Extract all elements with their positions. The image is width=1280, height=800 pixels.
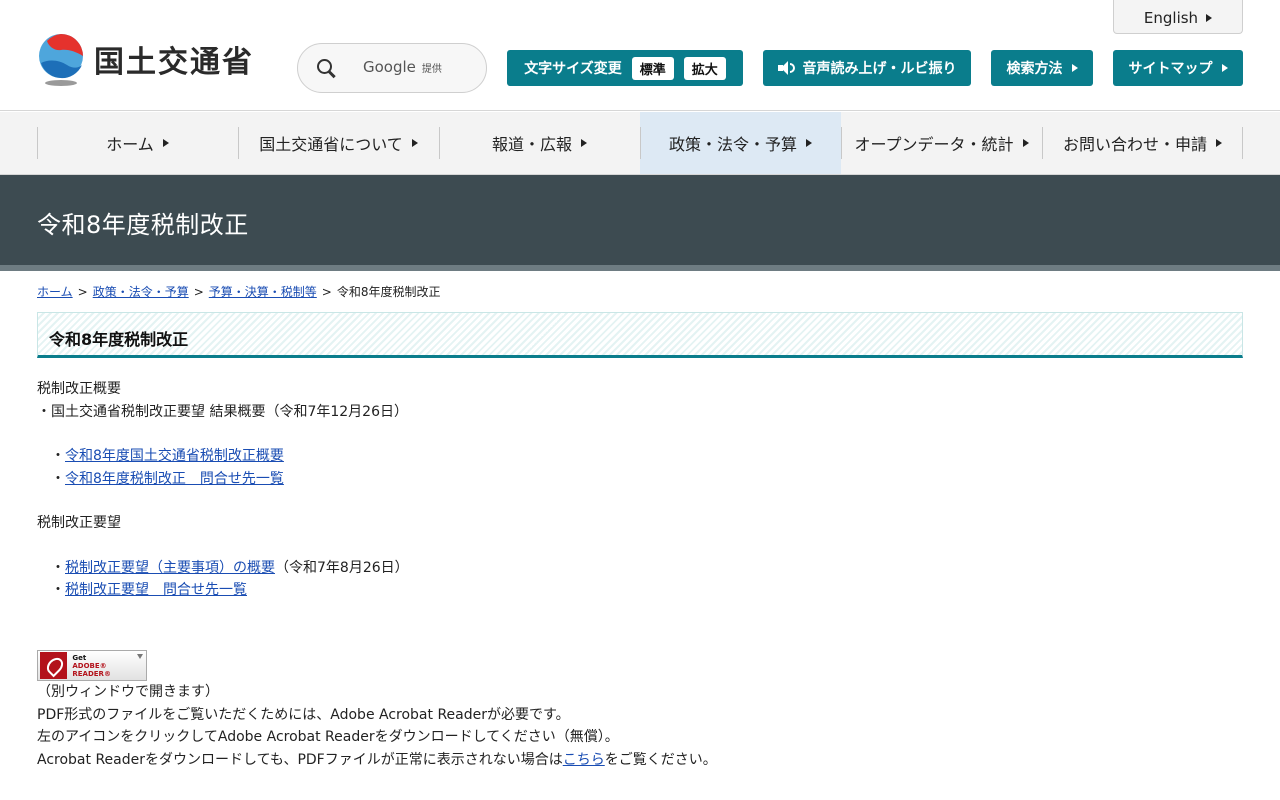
adobe-line1: Get bbox=[72, 653, 87, 662]
breadcrumb-policy-link[interactable]: 政策・法令・予算 bbox=[93, 285, 189, 299]
get-adobe-reader-button[interactable]: Get ADOBE® READER® bbox=[37, 650, 147, 681]
list-item: ・令和8年度税制改正 問合せ先一覧 bbox=[37, 468, 1243, 491]
google-suffix: 提供 bbox=[421, 64, 442, 75]
font-size-large-button[interactable]: 拡大 bbox=[683, 56, 726, 80]
search-method-label: 検索方法 bbox=[1006, 61, 1063, 77]
nav-item-about[interactable]: 国土交通省について bbox=[238, 112, 439, 174]
title-divider bbox=[0, 265, 1280, 271]
list-item: ・税制改正要望 問合せ先一覧 bbox=[37, 579, 1243, 602]
nav-item-press[interactable]: 報道・広報 bbox=[439, 112, 640, 174]
list-item: ・税制改正要望（主要事項）の概要（令和7年8月26日） bbox=[37, 557, 1243, 580]
pdf-help-link[interactable]: こちら bbox=[563, 752, 605, 768]
english-label: English bbox=[1143, 9, 1199, 27]
overview-heading: 税制改正概要 bbox=[37, 381, 121, 397]
nav-item-home[interactable]: ホーム bbox=[37, 112, 238, 174]
download-arrow-icon bbox=[137, 654, 143, 659]
overview-result-text: ・国土交通省税制改正要望 結果概要（令和7年12月26日） bbox=[37, 403, 408, 420]
overview-link-summary[interactable]: 令和8年度国土交通省税制改正概要 bbox=[65, 448, 284, 464]
bullet: ・ bbox=[51, 582, 65, 598]
triangle-right-icon bbox=[162, 139, 169, 147]
bullet: ・ bbox=[51, 470, 65, 487]
request-heading: 税制改正要望 bbox=[37, 515, 121, 531]
logo-text: 国土交通省 bbox=[94, 45, 254, 80]
google-label: Google bbox=[363, 58, 416, 76]
triangle-right-icon bbox=[1221, 64, 1228, 72]
triangle-right-icon bbox=[1216, 139, 1222, 147]
font-size-standard-button[interactable]: 標準 bbox=[631, 56, 674, 80]
nav-item-policy[interactable]: 政策・法令・予算 bbox=[640, 112, 841, 174]
triangle-right-icon bbox=[581, 139, 587, 147]
breadcrumb-current: 令和8年度税制改正 bbox=[336, 285, 441, 299]
breadcrumb-separator: > bbox=[77, 285, 88, 299]
sitemap-button[interactable]: サイトマップ bbox=[1113, 50, 1243, 86]
english-link[interactable]: English bbox=[1113, 0, 1243, 34]
pdf-note-text: Acrobat Readerをダウンロードしても、PDFファイルが正常に表示され… bbox=[37, 751, 563, 768]
pdf-note-line: （別ウィンドウで開きます） bbox=[37, 684, 219, 700]
triangle-right-icon bbox=[1022, 139, 1029, 147]
pdf-note-line: PDF形式のファイルをご覧いただくためには、Adobe Acrobat Read… bbox=[37, 706, 570, 723]
font-size-label: 文字サイズ変更 bbox=[524, 61, 622, 77]
page-title: 令和8年度税制改正 bbox=[37, 211, 249, 239]
section-heading-text: 令和8年度税制改正 bbox=[49, 330, 189, 349]
triangle-right-icon bbox=[411, 139, 418, 147]
pdf-note: （別ウィンドウで開きます） PDF形式のファイルをご覧いただくためには、Adob… bbox=[37, 681, 717, 771]
nav-item-open-data[interactable]: オープンデータ・統計 bbox=[841, 112, 1042, 174]
nav-item-label: 報道・広報 bbox=[491, 135, 572, 154]
nav-item-contact[interactable]: お問い合わせ・申請 bbox=[1042, 112, 1243, 174]
font-size-control: 文字サイズ変更 標準 拡大 bbox=[507, 50, 743, 86]
breadcrumb-separator: > bbox=[193, 285, 204, 299]
breadcrumb: ホーム > 政策・法令・予算 > 予算・決算・税制等 > 令和8年度税制改正 bbox=[37, 283, 441, 300]
list-item: ・令和8年度国土交通省税制改正概要 bbox=[37, 445, 1243, 468]
bullet: ・ bbox=[51, 448, 65, 464]
breadcrumb-home-link[interactable]: ホーム bbox=[37, 285, 73, 299]
triangle-right-icon bbox=[1206, 14, 1213, 22]
search-icon[interactable] bbox=[317, 58, 336, 78]
request-link-contacts[interactable]: 税制改正要望 問合せ先一覧 bbox=[65, 582, 247, 598]
speech-ruby-button[interactable]: 音声読み上げ・ルビ振り bbox=[763, 50, 971, 86]
pdf-note-line: 左のアイコンをクリックしてAdobe Acrobat Readerをダウンロード… bbox=[37, 729, 619, 745]
nav-item-label: 国土交通省について bbox=[259, 135, 403, 154]
triangle-right-icon bbox=[806, 139, 812, 147]
site-header: 国土交通省 English Google 提供 文字サイズ変更 標準 拡大 音声読… bbox=[0, 0, 1280, 111]
adobe-reader-icon bbox=[40, 652, 68, 679]
nav-item-label: お問い合わせ・申請 bbox=[1062, 135, 1207, 154]
global-nav: ホーム 国土交通省について 報道・広報 政策・法令・予算 オープンデータ・統計 … bbox=[0, 112, 1280, 175]
mlit-logo-icon bbox=[39, 34, 83, 86]
mlit-logo[interactable]: 国土交通省 bbox=[37, 33, 267, 87]
nav-item-label: ホーム bbox=[106, 135, 154, 154]
google-branding: Google 提供 bbox=[363, 58, 442, 76]
triangle-right-icon bbox=[1071, 64, 1078, 72]
nav-item-label: オープンデータ・統計 bbox=[854, 135, 1014, 154]
overview-link-contacts[interactable]: 令和8年度税制改正 問合せ先一覧 bbox=[65, 471, 284, 487]
sitemap-label: サイトマップ bbox=[1128, 61, 1213, 77]
speaker-icon bbox=[777, 61, 795, 75]
nav-item-label: 政策・法令・予算 bbox=[668, 135, 797, 154]
search-method-button[interactable]: 検索方法 bbox=[991, 50, 1093, 86]
adobe-line2: ADOBE® READER® bbox=[72, 661, 111, 678]
site-search[interactable]: Google 提供 bbox=[297, 43, 487, 93]
section-heading: 令和8年度税制改正 bbox=[37, 312, 1243, 358]
breadcrumb-budget-link[interactable]: 予算・決算・税制等 bbox=[209, 285, 317, 299]
speech-label: 音声読み上げ・ルビ振り bbox=[802, 61, 957, 77]
page-title-band: 令和8年度税制改正 bbox=[0, 175, 1280, 265]
main-content: 税制改正概要 ・国土交通省税制改正要望 結果概要（令和7年12月26日） ・令和… bbox=[37, 378, 1243, 602]
breadcrumb-separator: > bbox=[321, 285, 332, 299]
pdf-note-text: をご覧ください。 bbox=[604, 751, 717, 768]
request-link-summary[interactable]: 税制改正要望（主要事項）の概要 bbox=[65, 560, 275, 576]
bullet: ・ bbox=[51, 559, 65, 576]
pdf-note-line: Acrobat Readerをダウンロードしても、PDFファイルが正常に表示され… bbox=[37, 749, 717, 772]
adobe-badge-text: Get ADOBE® READER® bbox=[72, 654, 146, 678]
request-link-date: （令和7年8月26日） bbox=[275, 559, 409, 576]
